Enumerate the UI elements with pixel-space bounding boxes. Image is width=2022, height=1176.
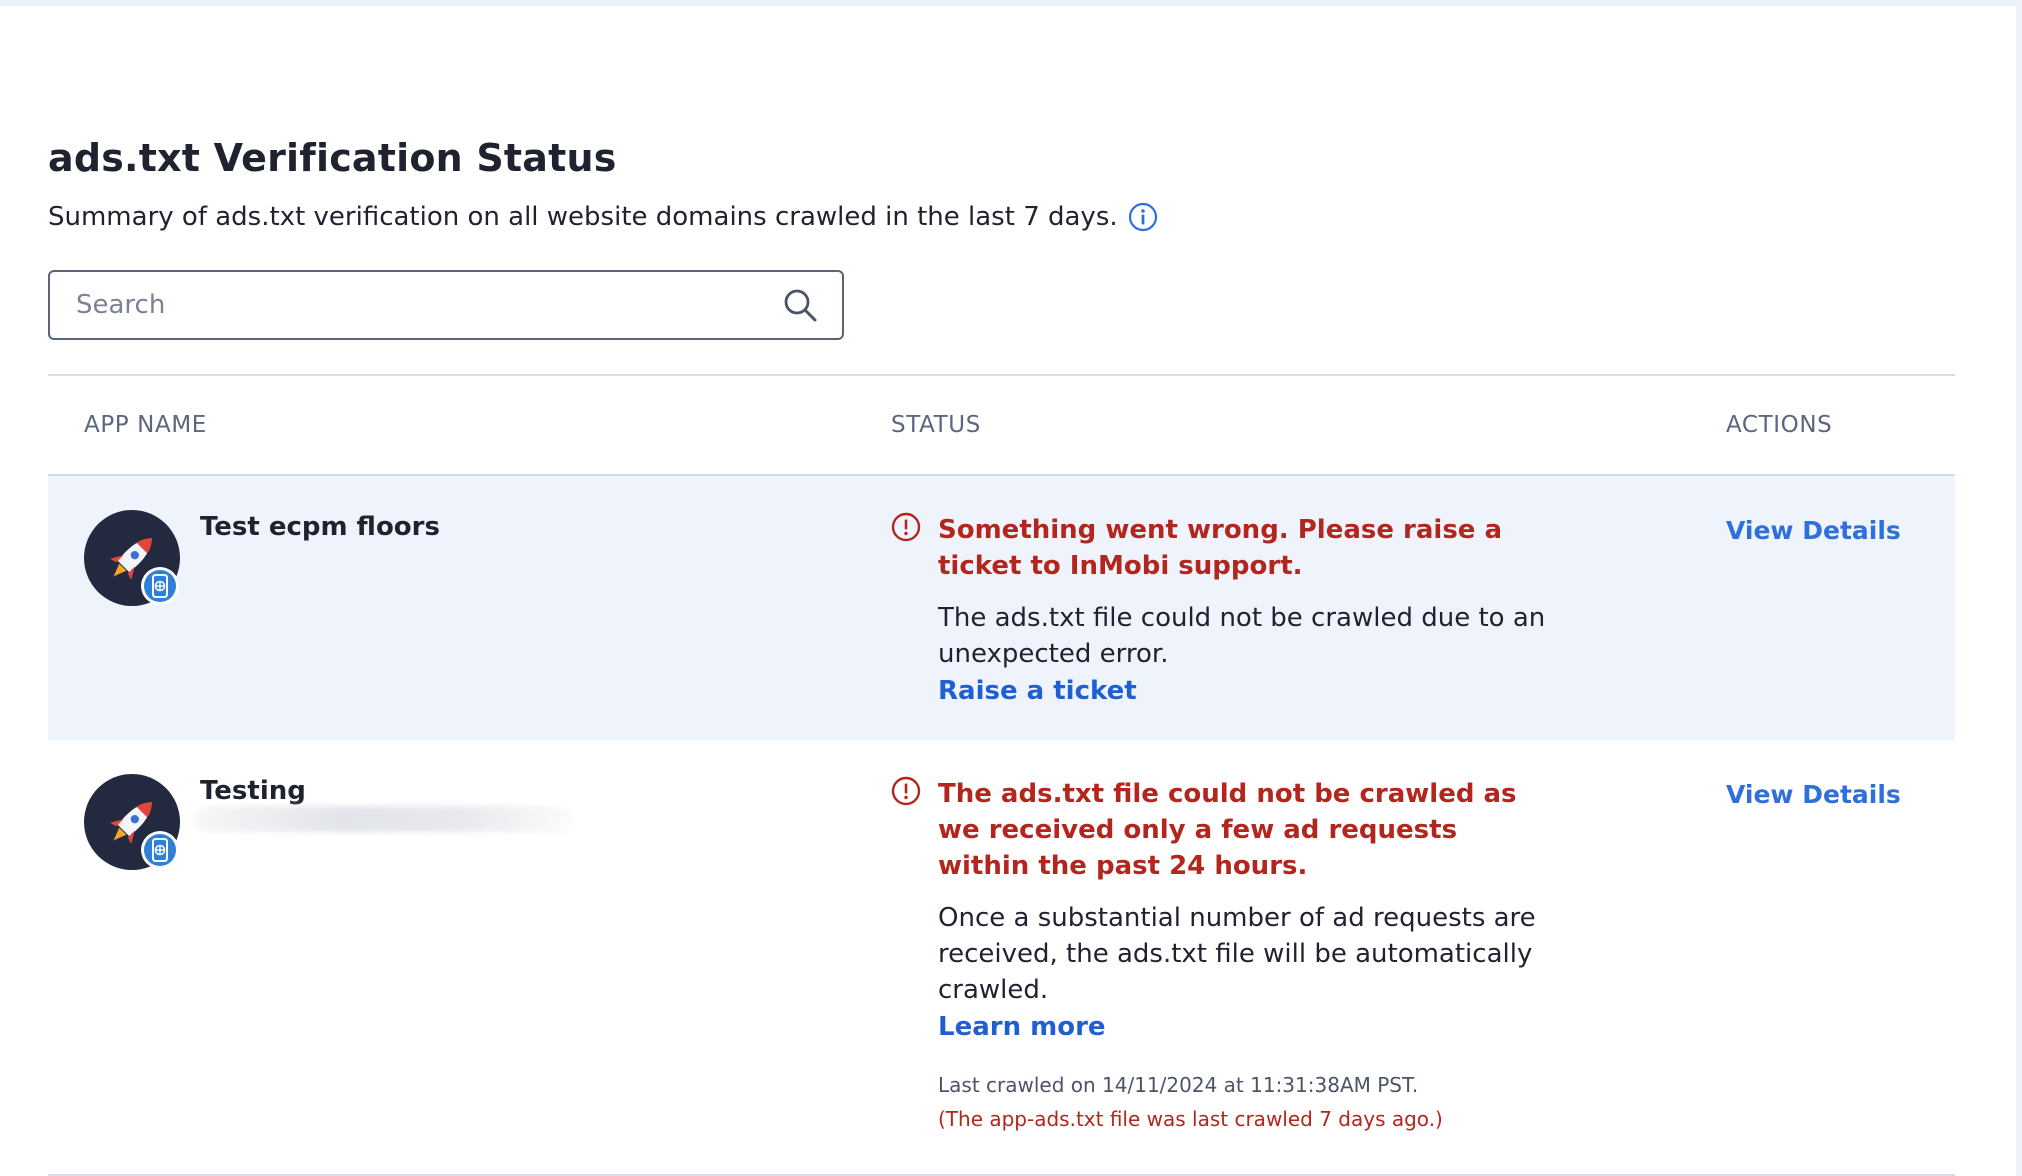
status-cell: Something went wrong. Please raise a tic…	[891, 512, 1551, 706]
status-description: Once a substantial number of ad requests…	[938, 903, 1536, 1005]
table-row: Testing The ads.txt file could not be cr…	[48, 740, 1955, 1176]
search-icon[interactable]	[782, 287, 818, 323]
ads-txt-page: ads.txt Verification Status Summary of a…	[48, 0, 1955, 1176]
table-header-row: APP NAME STATUS ACTIONS	[48, 374, 1955, 476]
learn-more-link[interactable]: Learn more	[938, 1012, 1106, 1042]
redacted-app-id	[194, 806, 574, 832]
raise-ticket-link[interactable]: Raise a ticket	[938, 676, 1137, 706]
status-cell: The ads.txt file could not be crawled as…	[891, 776, 1551, 1136]
info-icon[interactable]	[1128, 202, 1158, 232]
search-box[interactable]	[48, 270, 844, 340]
exclamation-circle-icon	[891, 776, 921, 806]
last-crawled-note: (The app-ads.txt file was last crawled 7…	[938, 1107, 1443, 1131]
status-error-message: The ads.txt file could not be crawled as…	[938, 779, 1517, 881]
column-header-app-name: APP NAME	[84, 412, 207, 438]
last-crawled-info: Last crawled on 14/11/2024 at 11:31:38AM…	[938, 1073, 1419, 1097]
app-avatar	[84, 774, 180, 870]
exclamation-circle-icon	[891, 512, 921, 542]
status-description: The ads.txt file could not be crawled du…	[938, 603, 1546, 669]
right-scroll-edge	[2016, 0, 2022, 1176]
app-avatar	[84, 510, 180, 606]
status-error-message: Something went wrong. Please raise a tic…	[938, 515, 1503, 581]
view-details-link[interactable]: View Details	[1726, 516, 1901, 545]
page-subtitle-row: Summary of ads.txt verification on all w…	[48, 202, 1158, 232]
web-platform-icon	[141, 831, 179, 869]
column-header-status: STATUS	[891, 412, 981, 438]
column-header-actions: ACTIONS	[1726, 412, 1833, 438]
app-name: Testing	[200, 776, 306, 806]
table-row: Test ecpm floors Something went wrong. P…	[48, 476, 1955, 740]
search-input[interactable]	[74, 289, 782, 321]
web-platform-icon	[141, 567, 179, 605]
app-name: Test ecpm floors	[200, 512, 440, 542]
view-details-link[interactable]: View Details	[1726, 780, 1901, 809]
verification-table: APP NAME STATUS ACTIONS Test ecpm floors…	[48, 374, 1955, 1176]
page-subtitle: Summary of ads.txt verification on all w…	[48, 202, 1118, 232]
page-title: ads.txt Verification Status	[48, 136, 617, 180]
